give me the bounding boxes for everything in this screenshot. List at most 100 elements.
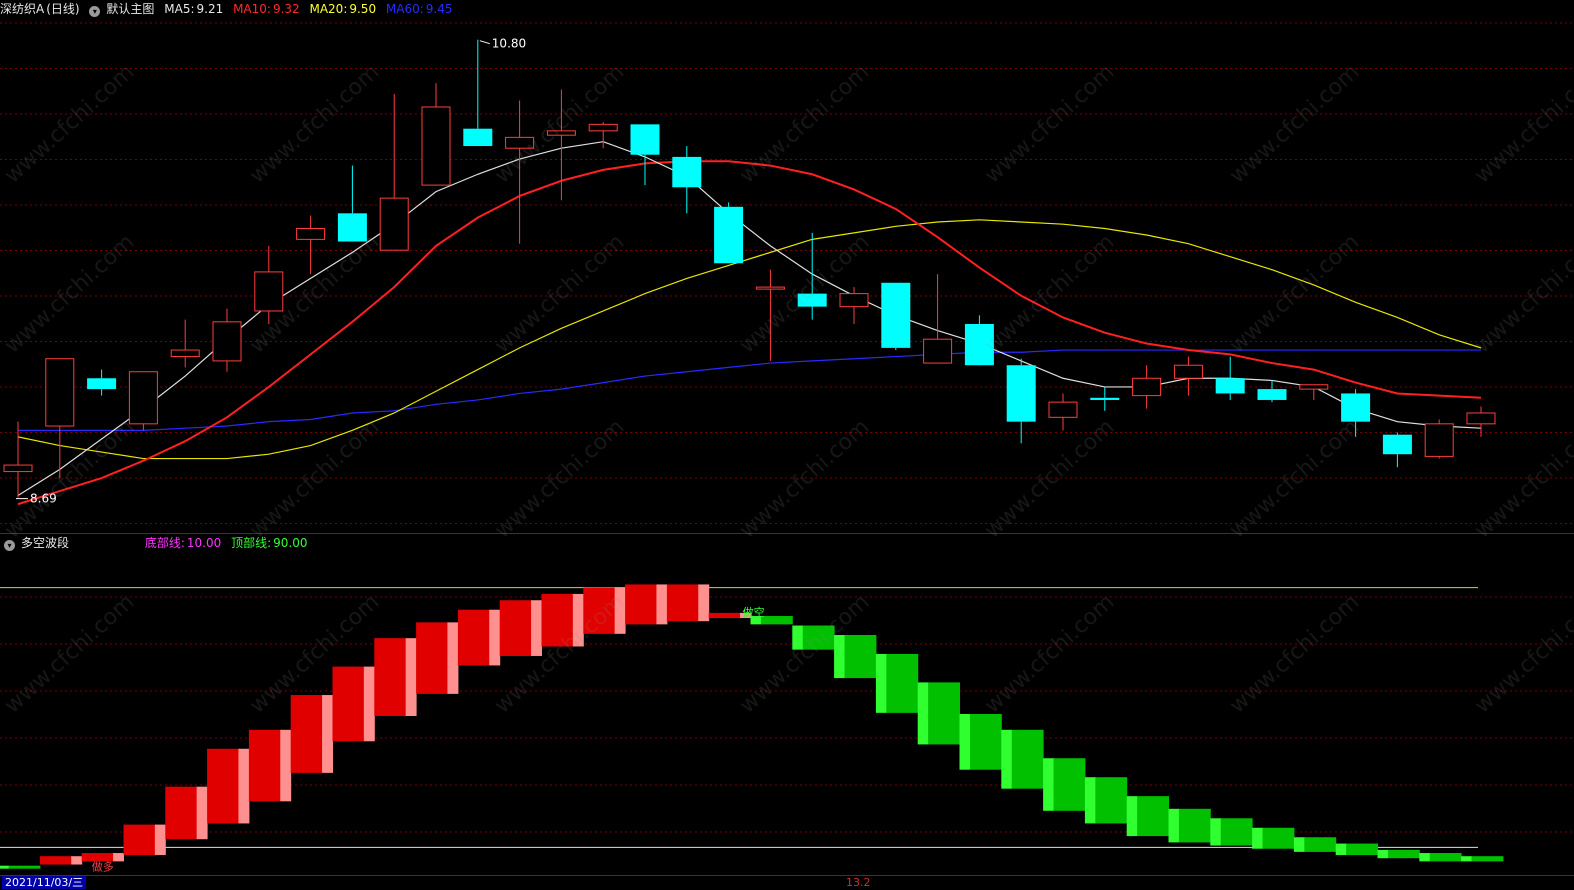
oscillator-bar-segment	[1210, 818, 1222, 846]
low-price-label: 8.69	[30, 492, 57, 506]
oscillator-bar	[374, 638, 417, 716]
oscillator-bar	[1084, 777, 1128, 824]
oscillator-bar-segment	[1419, 853, 1431, 862]
oscillator-bar-segment	[531, 600, 542, 656]
oscillator-bar-segment	[938, 682, 950, 745]
candle-body	[379, 197, 409, 251]
oscillator-bar	[959, 714, 1002, 770]
signal-buy-label: 做多	[92, 860, 114, 874]
oscillator-bar-segment	[666, 584, 678, 622]
oscillator-bar-segment	[698, 584, 710, 622]
oscillator-bar-segment	[1252, 827, 1264, 849]
oscillator-bar	[499, 600, 542, 656]
oscillator-bar	[0, 865, 41, 869]
candle	[672, 146, 702, 214]
candle-body	[3, 464, 33, 473]
candle	[337, 165, 367, 242]
indicator-dropdown-icon[interactable]: ▾	[4, 540, 15, 551]
oscillator-bar-segment	[1074, 758, 1086, 811]
main-header: 深纺织A (日线) ▾ 默认主图 MA5: 9.21 MA10: 9.32 MA20: 9…	[0, 0, 459, 18]
period-label[interactable]: (日线)	[46, 2, 79, 16]
oscillator-bar-segment	[269, 729, 281, 802]
candle-body	[588, 123, 618, 132]
oscillator-bar-segment	[510, 600, 522, 656]
candle	[1341, 389, 1371, 437]
template-name[interactable]: 默认主图	[106, 2, 154, 16]
oscillator-bar-segment	[301, 695, 313, 773]
candle	[1424, 419, 1454, 459]
oscillator-bar	[666, 584, 710, 622]
candle-body	[1257, 389, 1287, 400]
oscillator-bar-segment	[865, 635, 877, 679]
oscillator-bar-segment	[1032, 729, 1044, 789]
oscillator-bar	[583, 587, 626, 634]
candle	[212, 308, 242, 372]
oscillator-bar-segment	[896, 653, 908, 713]
oscillator-bar-segment	[1168, 808, 1180, 843]
oscillator-bar-segment	[165, 786, 177, 840]
ma60-label: MA60:	[385, 2, 424, 16]
oscillator-bar-segment	[781, 616, 793, 625]
oscillator-bar	[416, 622, 459, 694]
candle	[630, 124, 660, 186]
oscillator-bar-segment	[771, 616, 783, 625]
candle-body	[463, 128, 493, 147]
current-date[interactable]: 2021/11/03/三	[2, 876, 87, 889]
oscillator-bar-segment	[1387, 849, 1399, 859]
candle	[463, 39, 493, 147]
candle-body	[128, 371, 158, 425]
oscillator-bar-segment	[60, 856, 72, 865]
oscillator-bar-segment	[248, 729, 260, 802]
oscillator-bar	[290, 695, 333, 773]
oscillator-bar-segment	[886, 653, 898, 713]
oscillator-bar-segment	[207, 748, 219, 824]
high-pointer	[479, 40, 490, 45]
oscillator-bar-segment	[1492, 856, 1504, 862]
bottom-line-value: 10.00	[186, 536, 222, 550]
oscillator-bar-segment	[1231, 818, 1243, 846]
candle	[3, 421, 33, 498]
oscillator-bar-segment	[928, 682, 940, 745]
oscillator-bar-segment	[19, 865, 30, 869]
oscillator-bar-segment	[980, 714, 992, 770]
candle-body	[87, 378, 117, 390]
oscillator-bar-segment	[614, 587, 626, 634]
oscillator-bar	[1377, 849, 1420, 859]
candle	[1090, 386, 1120, 411]
oscillator-bar-segment	[1064, 758, 1075, 811]
oscillator-bar-segment	[1356, 843, 1368, 856]
oscillator-bar-segment	[29, 865, 41, 869]
oscillator-bar-segment	[405, 638, 417, 716]
oscillator-bar-segment	[1178, 808, 1190, 843]
oscillator-bar-segment	[875, 653, 887, 713]
oscillator-bar-segment	[426, 622, 438, 694]
oscillator-bar-segment	[1199, 808, 1211, 843]
oscillator-bar-segment	[259, 729, 271, 802]
candle	[1257, 380, 1287, 403]
oscillator-bar-segment	[217, 748, 229, 824]
oscillator-bar	[1335, 843, 1378, 856]
oscillator-bar-segment	[1147, 796, 1159, 837]
symbol-name[interactable]: 深纺织A	[0, 2, 44, 16]
oscillator-bar-segment	[447, 622, 459, 694]
indicator-name[interactable]: 多空波段	[21, 536, 69, 550]
chart-canvas[interactable]: 10.80 8.69 做多 做空	[0, 0, 1574, 890]
oscillator-bar-segment	[635, 584, 647, 625]
oscillator-bar-segment	[1346, 843, 1358, 856]
oscillator-bar-segment	[855, 635, 866, 679]
template-dropdown-icon[interactable]: ▾	[89, 6, 101, 17]
oscillator-bar-segment	[1461, 856, 1473, 862]
oscillator-bar-segment	[353, 666, 365, 742]
oscillator-bar-segment	[228, 748, 239, 824]
oscillator-bar-segment	[113, 853, 124, 862]
candle	[839, 287, 869, 324]
oscillator-bar-segment	[834, 635, 846, 679]
candle-body	[923, 338, 953, 364]
oscillator-bar-segment	[572, 593, 584, 647]
oscillator-bar-segment	[949, 682, 960, 745]
candle	[714, 202, 744, 264]
candle-body	[212, 321, 242, 362]
indicator-header: ▾ 多空波段 底部线: 10.00 顶部线: 90.00	[0, 534, 313, 552]
oscillator-bar-segment	[133, 824, 145, 856]
oscillator-bar-segment	[719, 612, 731, 619]
